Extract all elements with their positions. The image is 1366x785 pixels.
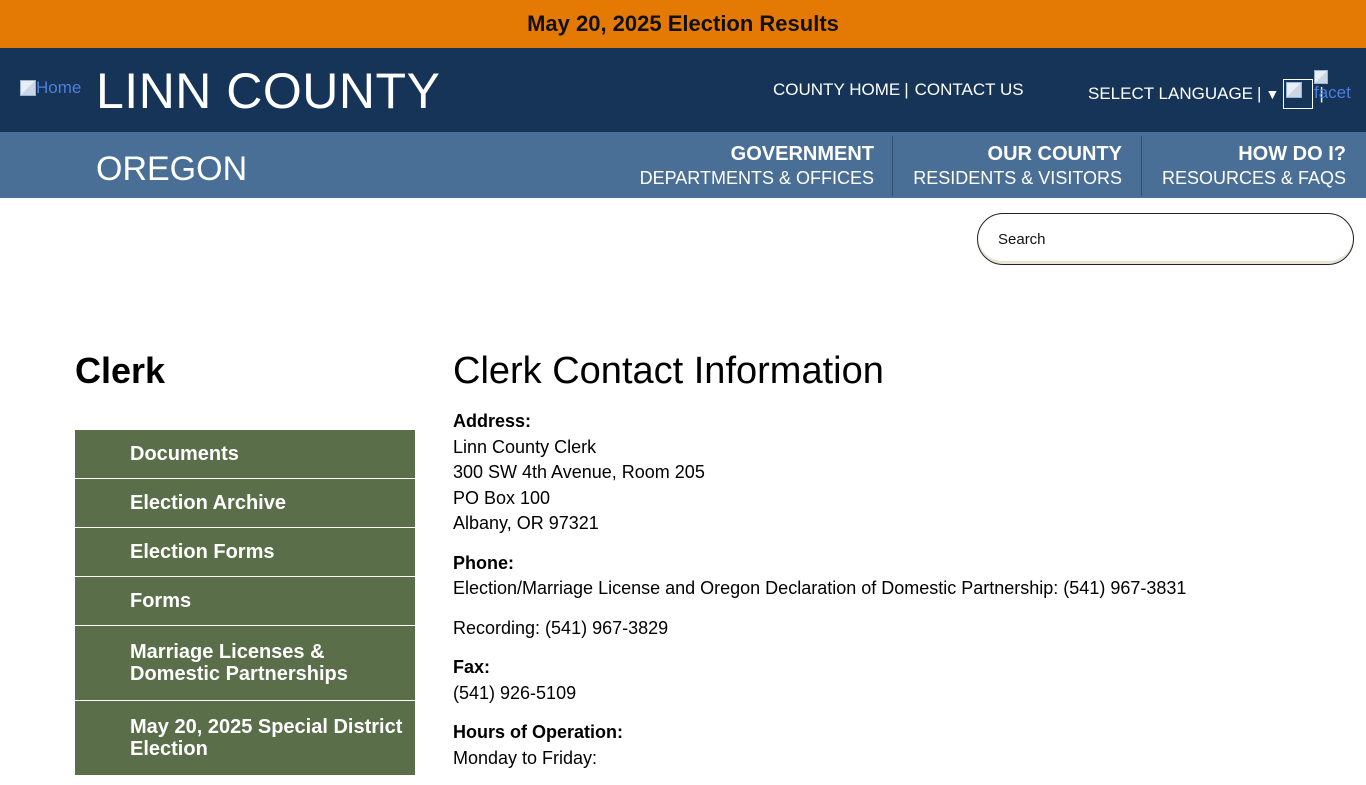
sidebar-item-marriage-licenses[interactable]: Marriage Licenses & Domestic Partnership…: [75, 626, 415, 701]
address-line: 300 SW 4th Avenue, Room 205: [453, 462, 705, 482]
phone-label: Phone:: [453, 552, 514, 573]
home-alt-text: Home: [36, 78, 82, 97]
address-block: Address: Linn County Clerk 300 SW 4th Av…: [453, 409, 1333, 537]
language-selector[interactable]: SELECT LANGUAGE | ▼ |: [1088, 79, 1324, 109]
broken-image-icon: [1314, 70, 1328, 84]
address-label: Address:: [453, 411, 532, 431]
nav-how-do-i-subtitle: RESOURCES & FAQS: [1161, 168, 1346, 188]
dropdown-arrow-icon[interactable]: ▼: [1265, 86, 1279, 102]
fax-number: (541) 926-5109: [453, 682, 577, 703]
select-language-label[interactable]: SELECT LANGUAGE: [1088, 84, 1253, 104]
header-top: Home LINN COUNTY COUNTY HOME | CONTACT US …: [0, 48, 1366, 132]
language-flag-icon[interactable]: [1283, 79, 1314, 109]
election-results-link[interactable]: May 20, 2025 Election Results: [527, 11, 839, 37]
hours-days: Monday to Friday:: [453, 747, 598, 768]
home-logo-link[interactable]: Home: [20, 78, 81, 98]
sidebar-item-election-forms[interactable]: Election Forms: [75, 528, 415, 577]
broken-image-icon: [20, 80, 36, 96]
nav-our-county-subtitle: RESIDENTS & VISITORS: [913, 168, 1122, 188]
phone-block: Phone: Election/Marriage License and Ore…: [453, 551, 1333, 602]
address-line: Linn County Clerk: [453, 436, 597, 457]
recording-phone: Recording: (541) 967-3829: [453, 617, 669, 638]
recording-phone-block: Recording: (541) 967-3829: [453, 616, 1333, 642]
election-phone: Election/Marriage License and Oregon Dec…: [453, 578, 1187, 598]
language-separator: |: [1257, 84, 1262, 103]
address-line: Albany, OR 97321: [453, 513, 599, 533]
sidebar-item-special-district-election[interactable]: May 20, 2025 Special District Election: [75, 701, 415, 776]
fax-block: Fax: (541) 926-5109: [453, 655, 1333, 706]
nav-how-do-i-title: HOW DO I?: [1238, 143, 1346, 165]
sidebar-item-forms[interactable]: Forms: [75, 577, 415, 626]
nav-government-title: GOVERNMENT: [730, 143, 874, 165]
hours-block: Hours of Operation: Monday to Friday:: [453, 720, 1333, 771]
contact-us-link[interactable]: CONTACT US: [915, 80, 1024, 99]
main-content: Clerk Contact Information Address: Linn …: [453, 350, 1333, 785]
sidebar-item-documents[interactable]: Documents: [75, 430, 415, 479]
address-line: PO Box 100: [453, 487, 551, 508]
sidebar-menu: Documents Election Archive Election Form…: [75, 430, 415, 776]
site-title[interactable]: LINN COUNTY: [96, 62, 440, 120]
facet-icon[interactable]: facet: [1314, 70, 1351, 102]
search-box[interactable]: [977, 213, 1354, 265]
sidebar-heading: Clerk: [75, 350, 166, 391]
nav-our-county-title: OUR COUNTY: [987, 143, 1122, 165]
hours-label: Hours of Operation:: [453, 722, 623, 742]
nav-government[interactable]: GOVERNMENT DEPARTMENTS & OFFICES: [620, 134, 874, 196]
utility-links: COUNTY HOME | CONTACT US: [773, 80, 1024, 100]
page-title: Clerk Contact Information: [453, 350, 884, 392]
fax-label: Fax:: [453, 657, 491, 677]
util-separator: |: [904, 80, 909, 99]
nav-how-do-i[interactable]: HOW DO I? RESOURCES & FAQS: [1142, 134, 1346, 196]
county-home-link[interactable]: COUNTY HOME: [773, 80, 900, 99]
state-name: OREGON: [96, 150, 248, 188]
facet-alt-text: facet: [1314, 83, 1351, 102]
main-navigation: OREGON GOVERNMENT DEPARTMENTS & OFFICES …: [0, 132, 1366, 198]
search-input[interactable]: [998, 230, 1328, 248]
nav-our-county[interactable]: OUR COUNTY RESIDENTS & VISITORS: [893, 134, 1122, 196]
alert-banner: May 20, 2025 Election Results: [0, 0, 1366, 48]
sidebar-item-election-archive[interactable]: Election Archive: [75, 479, 415, 528]
nav-government-subtitle: DEPARTMENTS & OFFICES: [639, 168, 874, 188]
